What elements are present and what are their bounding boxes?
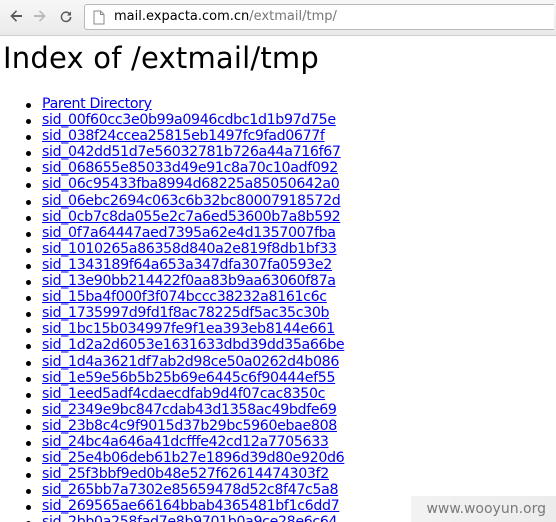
file-link[interactable]: sid_269565ae66164bbab4365481bf1c6dd7 <box>42 498 340 514</box>
file-link[interactable]: sid_23b8c4c9f9015d37b29bc5960ebae808 <box>42 418 337 434</box>
url-path: /extmail/tmp/ <box>249 9 337 24</box>
file-link[interactable]: sid_1eed5adf4cdaecdfab9d4f07cac8350c <box>42 386 325 402</box>
file-link[interactable]: sid_1343189f64a653a347dfa307fa0593e2 <box>42 257 332 273</box>
file-link[interactable]: sid_0cb7c8da055e2c7a6ed53600b7a8b592 <box>42 209 341 225</box>
page-icon <box>93 10 105 25</box>
file-link[interactable]: sid_15ba4f000f3f074bccc38232a8161c6c <box>42 289 327 305</box>
file-link[interactable]: sid_1e59e56b5b25b69e6445c6f90444ef55 <box>42 370 335 386</box>
back-arrow-icon <box>10 10 22 22</box>
url-text: mail.expacta.com.cn/extmail/tmp/ <box>114 9 337 25</box>
page-title: Index of /extmail/tmp <box>3 41 319 75</box>
file-link[interactable]: sid_1d2a2d6053e1631633dbd39dd35a66be <box>42 337 345 353</box>
reload-icon <box>60 11 72 23</box>
forward-button[interactable] <box>30 6 50 26</box>
page-content: Index of /extmail/tmp Parent Directory si… <box>0 36 556 522</box>
file-link[interactable]: sid_1735997d9fd1f8ac78225df5ac35c30b <box>42 305 330 321</box>
address-bar[interactable]: mail.expacta.com.cn/extmail/tmp/ <box>84 4 554 30</box>
back-button[interactable] <box>6 6 26 26</box>
file-link[interactable]: sid_038f24ccea25815eb1497fc9fad0677f <box>42 128 325 144</box>
file-link[interactable]: sid_06ebc2694c063c6b32bc80007918572d <box>42 193 341 209</box>
file-link[interactable]: sid_2349e9bc847cdab43d1358ac49bdfe69 <box>42 402 337 418</box>
file-link[interactable]: sid_25f3bbf9ed0b48e527f62614474303f2 <box>42 466 329 482</box>
file-link[interactable]: sid_00f60cc3e0b99a0946cdbc1d1b97d75e <box>42 112 336 128</box>
file-link[interactable]: sid_1bc15b034997fe9f1ea393eb8144e661 <box>42 321 335 337</box>
file-link[interactable]: sid_25e4b06deb61b27e1896d39d80e920d6 <box>42 450 345 466</box>
browser-toolbar: mail.expacta.com.cn/extmail/tmp/ <box>0 0 556 36</box>
file-link[interactable]: sid_1d4a3621df7ab2d98ce50a0262d4b086 <box>42 354 339 370</box>
file-link[interactable]: sid_24bc4a646a41dcfffe42cd12a7705633 <box>42 434 329 450</box>
watermark: www.wooyun.org <box>411 496 556 522</box>
file-link[interactable]: sid_042dd51d7e56032781b726a44a716f67 <box>42 144 341 160</box>
file-link[interactable]: sid_265bb7a7302e85659478d52c8f47c5a8 <box>42 482 339 498</box>
parent-directory-link[interactable]: Parent Directory <box>42 96 152 112</box>
file-link[interactable]: sid_2bb0a258fad7e8b9701b0a9ce28e6c64 <box>42 514 338 522</box>
file-link[interactable]: sid_06c95433fba8994d68225a85050642a0 <box>42 176 340 192</box>
reload-button[interactable] <box>56 6 76 26</box>
file-link[interactable]: sid_1010265a86358d840a2e819f8db1bf33 <box>42 241 337 257</box>
file-link[interactable]: sid_13e90bb214422f0aa83b9aa63060f87a <box>42 273 336 289</box>
file-link[interactable]: sid_0f7a64447aed7395a62e4d1357007fba <box>42 225 336 241</box>
file-link[interactable]: sid_068655e85033d49e91c8a70c10adf092 <box>42 160 338 176</box>
forward-arrow-icon <box>34 10 46 22</box>
url-host: mail.expacta.com.cn <box>114 9 250 24</box>
